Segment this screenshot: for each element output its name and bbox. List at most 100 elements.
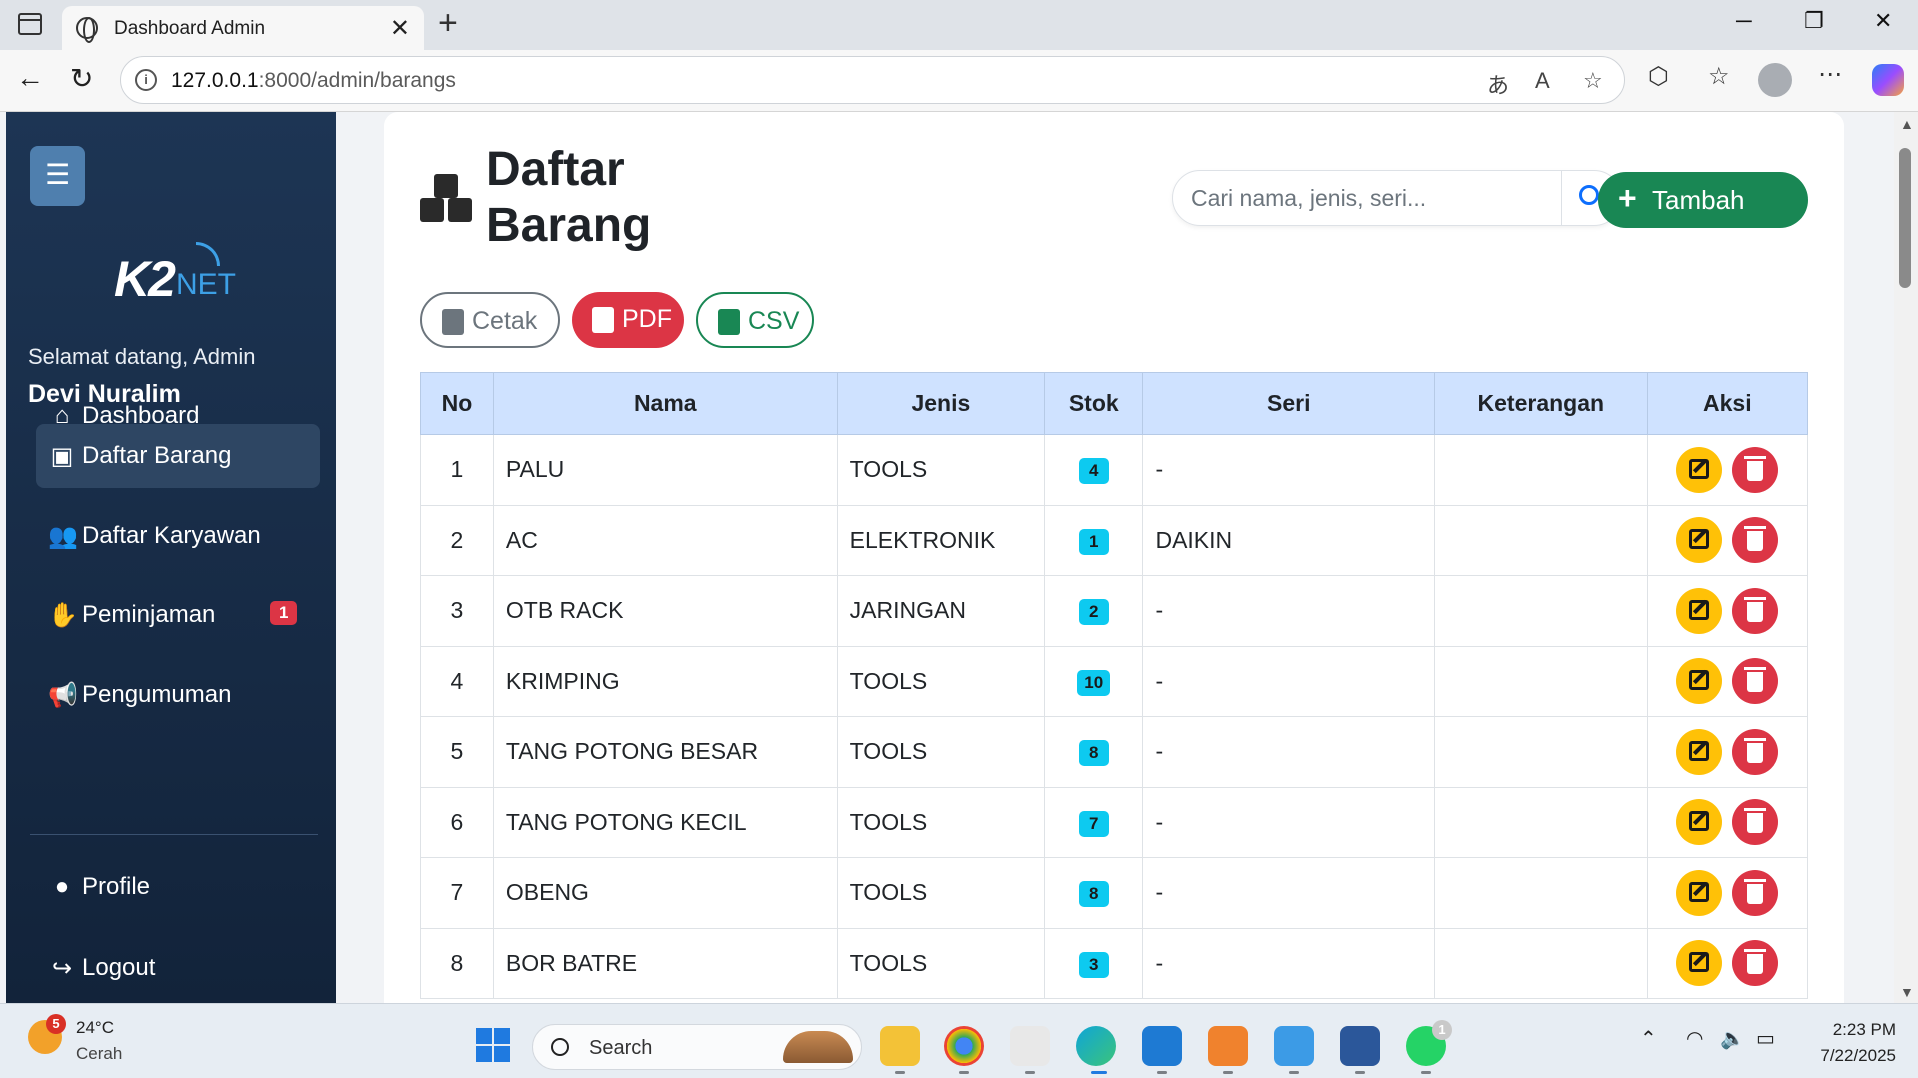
battery-icon[interactable]: ▭ [1756, 1026, 1775, 1051]
delete-button[interactable] [1732, 940, 1779, 987]
user-icon: ● [54, 873, 70, 900]
profile-avatar-icon[interactable] [1758, 63, 1792, 97]
delete-button[interactable] [1732, 446, 1779, 493]
minimize-button[interactable]: ─ [1736, 8, 1752, 34]
delete-button[interactable] [1732, 587, 1779, 634]
sidebar-item-peminjaman[interactable]: ✋ Peminjaman 1 [36, 583, 320, 647]
sidebar-item-profile[interactable]: ● Profile [36, 855, 320, 919]
xampp-icon[interactable] [1208, 1026, 1248, 1066]
scrollbar-thumb[interactable] [1899, 148, 1911, 288]
sidebar-item-daftar-karyawan[interactable]: 👥 Daftar Karyawan [36, 504, 320, 568]
page-title: Daftar Barang [486, 143, 652, 252]
delete-button[interactable] [1732, 869, 1779, 916]
k2net-logo: K2 NET [114, 242, 254, 307]
sidebar-item-daftar-barang[interactable]: ▣ Daftar Barang [36, 424, 320, 488]
cell-no: 7 [420, 857, 494, 929]
close-window-button[interactable]: ✕ [1874, 8, 1892, 34]
browser-tab[interactable]: Dashboard Admin ✕ [62, 6, 424, 50]
favorite-star-icon[interactable]: ☆ [1583, 68, 1603, 94]
pdf-file-icon [592, 307, 614, 333]
trash-icon [1744, 808, 1767, 834]
sidebar-item-pengumuman[interactable]: 📢 Pengumuman [36, 663, 320, 727]
delete-button[interactable] [1732, 728, 1779, 775]
scroll-up-icon[interactable]: ▲ [1900, 116, 1914, 132]
copilot-icon[interactable] [1872, 64, 1904, 96]
stock-badge: 8 [1078, 881, 1109, 908]
new-tab-button[interactable]: + [438, 4, 458, 43]
chevron-up-icon[interactable]: ⌃ [1640, 1026, 1657, 1051]
menu-toggle-button[interactable]: ☰ [30, 146, 85, 206]
translate-icon[interactable]: あ [1487, 68, 1509, 100]
delete-button[interactable] [1732, 517, 1779, 564]
edit-button[interactable] [1676, 940, 1723, 987]
back-icon[interactable]: ← [16, 62, 44, 94]
add-item-button[interactable]: + Tambah [1598, 172, 1808, 228]
cell-jenis: TOOLS [836, 646, 1046, 717]
refresh-icon[interactable]: ↻ [70, 62, 93, 95]
cell-stok: 2 [1044, 575, 1144, 647]
cell-stok: 7 [1044, 787, 1144, 858]
taskbar: 5 24°C Cerah Search 1 ⌃ ◠ 🔈 ▭ 2:23 PM 7/… [0, 1003, 1918, 1078]
edit-button[interactable] [1676, 869, 1723, 916]
favorites-icon[interactable]: ☆ [1708, 62, 1730, 91]
system-clock[interactable]: 2:23 PM 7/22/2025 [1806, 1020, 1896, 1066]
megaphone-icon: 📢 [48, 682, 78, 709]
edit-button[interactable] [1676, 517, 1723, 564]
scroll-down-icon[interactable]: ▼ [1900, 984, 1914, 1000]
more-options-icon[interactable]: ⋯ [1818, 60, 1842, 89]
close-tab-icon[interactable]: ✕ [390, 14, 410, 43]
printer-icon [442, 309, 464, 335]
notepad-icon[interactable] [1274, 1026, 1314, 1066]
cell-aksi [1646, 646, 1809, 717]
vertical-scrollbar[interactable]: ▲ ▼ [1894, 112, 1918, 1003]
edit-button[interactable] [1676, 446, 1723, 493]
users-icon: 👥 [48, 523, 78, 550]
read-aloud-icon[interactable]: A [1535, 68, 1550, 94]
table-row: 8 BOR BATRE TOOLS 3 - [420, 928, 1809, 999]
edit-icon [1689, 952, 1710, 973]
export-csv-button[interactable]: CSV [696, 292, 814, 348]
column-header: Nama [492, 372, 838, 435]
delete-button[interactable] [1732, 799, 1779, 846]
cell-seri: - [1142, 857, 1435, 929]
tab-actions-icon[interactable] [18, 13, 42, 35]
file-explorer-icon[interactable] [880, 1026, 920, 1066]
windows-start-icon[interactable] [476, 1028, 512, 1064]
cell-jenis: JARINGAN [836, 575, 1046, 647]
print-button[interactable]: Cetak [420, 292, 560, 348]
restore-button[interactable]: ❐ [1804, 8, 1824, 34]
stock-badge: 7 [1078, 810, 1109, 837]
cell-aksi [1646, 928, 1809, 999]
address-bar-row: ← ↻ i 127.0.0.1:8000/admin/barangs あ A ☆… [0, 50, 1918, 112]
search-input[interactable] [1191, 183, 1551, 213]
edge-icon[interactable] [1076, 1026, 1116, 1066]
cell-nama: BOR BATRE [492, 928, 838, 999]
extensions-icon[interactable]: ⬡ [1648, 62, 1669, 91]
url-field[interactable]: i 127.0.0.1:8000/admin/barangs あ A ☆ [120, 56, 1625, 104]
edit-button[interactable] [1676, 799, 1723, 846]
edit-button[interactable] [1676, 658, 1723, 705]
cell-keterangan [1434, 787, 1648, 858]
edit-button[interactable] [1676, 587, 1723, 634]
cell-jenis: TOOLS [836, 857, 1046, 929]
trash-icon [1744, 949, 1767, 975]
cell-aksi [1646, 787, 1809, 858]
cell-nama: AC [492, 505, 838, 576]
column-header: Stok [1044, 372, 1144, 435]
delete-button[interactable] [1732, 658, 1779, 705]
cell-keterangan [1434, 716, 1648, 788]
word-icon[interactable] [1340, 1026, 1380, 1066]
export-pdf-button[interactable]: PDF [572, 292, 684, 348]
taskbar-search[interactable]: Search [532, 1024, 862, 1070]
volume-icon[interactable]: 🔈 [1720, 1026, 1745, 1051]
stock-badge: 1 [1078, 528, 1109, 555]
site-info-icon[interactable]: i [135, 69, 157, 91]
vscode-icon[interactable] [1142, 1026, 1182, 1066]
edit-button[interactable] [1676, 728, 1723, 775]
sidebar-item-logout[interactable]: ↪ Logout [36, 936, 320, 1000]
column-header: Keterangan [1434, 372, 1648, 435]
page-viewport: ☰ K2 NET Selamat datang, Admin Devi Nura… [0, 112, 1918, 1003]
snipping-tool-icon[interactable] [1010, 1026, 1050, 1066]
chrome-icon[interactable] [944, 1026, 984, 1066]
wifi-icon[interactable]: ◠ [1686, 1026, 1703, 1051]
